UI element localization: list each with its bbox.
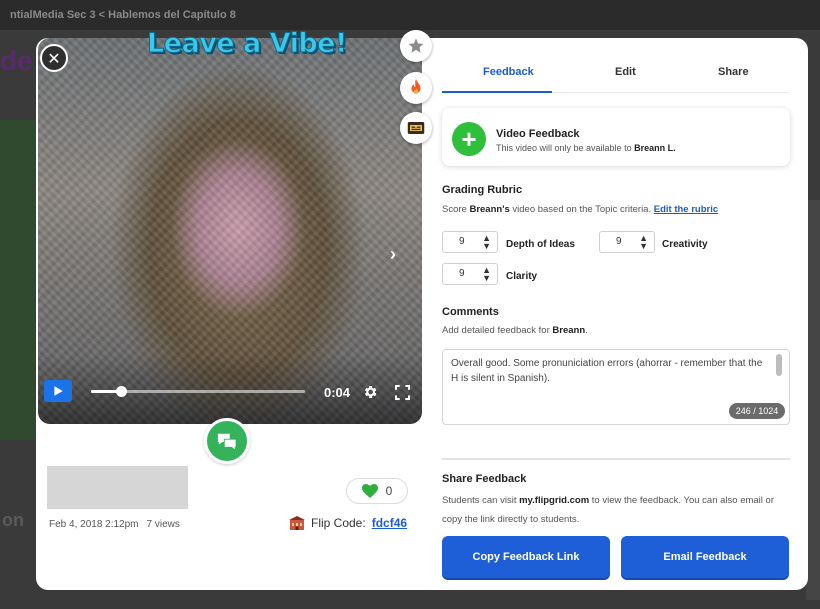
hot-button[interactable] xyxy=(400,72,432,104)
fullscreen-button[interactable] xyxy=(393,383,411,401)
comments-scrollbar[interactable] xyxy=(776,354,782,376)
background-heading-fragment: de xyxy=(0,45,33,76)
response-button[interactable] xyxy=(204,418,250,464)
heart-icon xyxy=(361,484,378,498)
comments-period: . xyxy=(585,325,588,336)
stepper-arrows-icon[interactable]: ▲ ▼ xyxy=(639,234,648,251)
tab-share[interactable]: Share xyxy=(718,66,749,78)
background-thumbnail xyxy=(0,120,40,440)
close-icon: ✕ xyxy=(47,51,61,68)
stepper-arrows-icon[interactable]: ▲ ▼ xyxy=(482,234,491,251)
video-feedback-title: Video Feedback xyxy=(496,128,580,140)
flip-code-link[interactable]: fdcf46 xyxy=(372,516,407,530)
background-breadcrumb: ntialMedia Sec 3 < Hablemos del Capítulo… xyxy=(10,9,236,21)
comments-text-prefix: Add detailed feedback for xyxy=(442,325,550,336)
creativity-label: Creativity xyxy=(662,239,708,250)
flip-code-label: Flip Code: xyxy=(311,516,366,530)
rubric-text-prefix: Score xyxy=(442,204,467,215)
video-date: Feb 4, 2018 2:12pm xyxy=(49,519,139,530)
like-button[interactable]: 0 xyxy=(346,478,408,504)
clarity-value: 9 xyxy=(459,268,465,279)
background-text-fragment: on xyxy=(2,510,24,530)
clarity-label: Clarity xyxy=(506,271,538,282)
comments-char-count: 246 / 1024 xyxy=(729,403,785,419)
creativity-value: 9 xyxy=(616,236,622,247)
close-button[interactable]: ✕ xyxy=(40,44,68,72)
favorite-button[interactable] xyxy=(400,30,432,62)
video-meta: Feb 4, 2018 2:12pm 7 views xyxy=(49,519,180,530)
grading-rubric-description: Score Breann's video based on the Topic … xyxy=(442,204,718,215)
share-site-name: my.flipgrid.com xyxy=(519,495,590,506)
video-player[interactable] xyxy=(38,38,422,424)
share-text-prefix: Students can visit xyxy=(442,495,517,506)
chevron-right-icon: › xyxy=(390,244,396,264)
caption-button[interactable] xyxy=(400,112,432,144)
stepper-arrows-icon[interactable]: ▲ ▼ xyxy=(482,266,491,283)
fullscreen-icon xyxy=(394,384,410,400)
settings-button[interactable] xyxy=(361,383,379,401)
panel-tabs: Feedback Edit Share xyxy=(442,66,788,86)
chat-bubbles-icon xyxy=(217,433,237,451)
rubric-student-name: Breann's xyxy=(469,204,510,215)
video-feedback-card[interactable] xyxy=(442,108,790,166)
clarity-stepper[interactable]: 9 ▲ ▼ xyxy=(442,263,498,285)
flame-icon xyxy=(411,79,421,94)
copy-feedback-link-button[interactable]: Copy Feedback Link xyxy=(442,536,610,578)
tab-edit[interactable]: Edit xyxy=(615,66,636,78)
caption-icon xyxy=(407,122,425,134)
comments-student-name: Breann xyxy=(552,325,586,336)
next-video-button[interactable]: › xyxy=(390,244,396,265)
tab-active-indicator xyxy=(442,91,552,93)
video-progress-bar[interactable] xyxy=(91,386,305,397)
edit-rubric-link[interactable]: Edit the rubric xyxy=(654,204,718,215)
video-feedback-subtitle: This video will only be available to Bre… xyxy=(496,143,676,153)
grading-rubric-title: Grading Rubric xyxy=(442,184,523,196)
video-feedback-subtitle-text: This video will only be available to xyxy=(496,143,632,153)
leave-a-vibe-sticker: Leave a Vibe! xyxy=(147,28,348,60)
video-views: 7 views xyxy=(146,519,180,530)
plus-icon: + xyxy=(461,124,477,154)
background-topbar: ntialMedia Sec 3 < Hablemos del Capítulo… xyxy=(0,0,820,30)
add-video-feedback-button[interactable]: + xyxy=(452,122,486,156)
background-right-strip xyxy=(806,200,820,600)
student-name-placeholder xyxy=(47,466,188,509)
flip-code: Flip Code: fdcf46 xyxy=(289,516,407,530)
share-feedback-description: Students can visit my.flipgrid.com to vi… xyxy=(442,491,790,529)
creativity-stepper[interactable]: 9 ▲ ▼ xyxy=(599,231,655,253)
share-feedback-title: Share Feedback xyxy=(442,473,527,485)
star-icon xyxy=(408,38,424,53)
depth-of-ideas-value: 9 xyxy=(459,236,465,247)
building-icon xyxy=(289,516,305,530)
comments-value[interactable]: Overall good. Some pronuniciation errors… xyxy=(451,356,769,386)
video-time: 0:04 xyxy=(324,385,351,400)
comments-title: Comments xyxy=(442,306,499,318)
depth-of-ideas-label: Depth of Ideas xyxy=(506,239,575,250)
gear-icon xyxy=(364,386,377,398)
tab-feedback[interactable]: Feedback xyxy=(483,66,534,78)
comments-description: Add detailed feedback for Breann. xyxy=(442,325,588,336)
like-count: 0 xyxy=(385,484,393,498)
video-progress-handle[interactable] xyxy=(115,386,127,397)
video-feedback-student-name: Breann L. xyxy=(634,143,676,153)
play-icon xyxy=(54,386,63,396)
email-feedback-button[interactable]: Email Feedback xyxy=(621,536,789,578)
depth-of-ideas-stepper[interactable]: 9 ▲ ▼ xyxy=(442,231,498,253)
rubric-text-suffix: video based on the Topic criteria. xyxy=(512,204,652,215)
section-divider xyxy=(442,458,790,460)
play-button[interactable] xyxy=(44,380,72,402)
